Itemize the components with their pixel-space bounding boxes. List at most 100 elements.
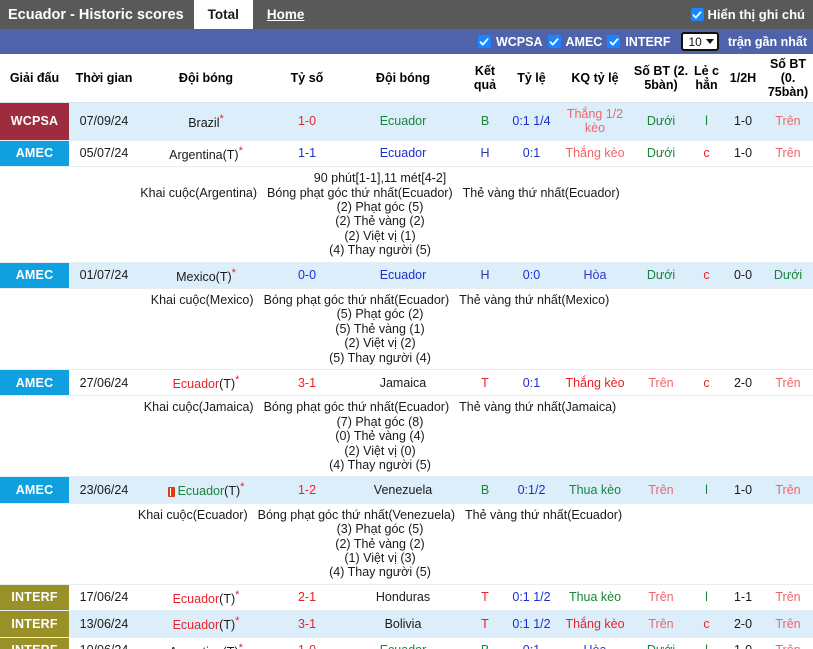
home-team-suffix: (T) (215, 269, 232, 284)
column-header-8[interactable]: Số BT (2. 5bàn) (632, 54, 690, 103)
over-under-25: Dưới (632, 102, 690, 141)
league-badge[interactable]: AMEC (0, 369, 69, 397)
over-under-25: Trên (632, 369, 690, 397)
checkbox-checked-icon[interactable] (690, 8, 704, 21)
handicap-odds: 0:1 (505, 369, 558, 397)
table-row[interactable]: AMEC 27/06/24 Ecuador(T)* 3-1 Jamaica T 0:1 Thắ… (0, 369, 813, 397)
home-team-name: Argentina (169, 645, 223, 649)
show-notes-toggle[interactable]: Hiển thị ghi chú (690, 0, 813, 29)
handicap-odds: 0:1 1/2 (505, 610, 558, 638)
filter-label-interf[interactable]: INTERF (625, 35, 670, 49)
tab-home[interactable]: Home (253, 0, 319, 29)
half-time-score: 1-0 (723, 102, 763, 141)
table-body: WCPSA 07/09/24 Brazil* 1-0 Ecuador B 0:1 1/4 Th… (0, 102, 813, 649)
table-row[interactable]: INTERF 17/06/24 Ecuador(T)* 2-1 Honduras T 0:1… (0, 584, 813, 612)
table-row[interactable]: AMEC 05/07/24 Argentina(T)* 1-1 Ecuador H 0:1 T… (0, 140, 813, 168)
filter-label-wcpsa[interactable]: WCPSA (496, 35, 543, 49)
page-title: Ecuador - Historic scores (8, 6, 184, 23)
home-team[interactable]: Argentina(T)* (139, 637, 273, 649)
tab-total[interactable]: Total (193, 0, 253, 29)
home-team[interactable]: Ecuador(T)* (139, 610, 273, 638)
column-header-6[interactable]: Tỷ lệ (505, 54, 558, 103)
historic-scores-page: Ecuador - Historic scores Total Home Hiể… (0, 0, 813, 649)
match-score: 0-0 (273, 262, 341, 290)
notes-stat-line: (2) Thẻ vàng (2) (335, 536, 425, 551)
league-badge[interactable]: INTERF (0, 610, 69, 638)
checkbox-wcpsa[interactable] (477, 35, 491, 48)
match-score: 2-1 (273, 584, 341, 612)
column-header-7[interactable]: KQ tỷ lệ (558, 54, 632, 103)
over-under-075: Trên (763, 140, 813, 168)
notes-content: Khai cuộc(Jamaica) Bóng phạt góc thứ nhất… (70, 400, 690, 472)
home-team[interactable]: Argentina(T)* (139, 140, 273, 168)
odd-even: l (690, 102, 723, 141)
star-icon: * (238, 144, 243, 157)
red-card-icon (167, 486, 175, 497)
match-date: 10/06/24 (69, 637, 139, 649)
column-header-4[interactable]: Đội bóng (341, 54, 465, 103)
result-code: H (465, 262, 505, 290)
league-badge[interactable]: AMEC (0, 140, 69, 168)
checkbox-interf[interactable] (607, 35, 621, 48)
notes-stat-line: (2) Thẻ vàng (2) (335, 214, 425, 229)
home-team-suffix: (T) (219, 591, 236, 606)
home-team[interactable]: Ecuador(T)* (139, 476, 273, 504)
league-badge[interactable]: AMEC (0, 262, 69, 290)
handicap-result: Thắng kèo (558, 369, 632, 397)
notes-stat-line: (5) Thẻ vàng (1) (335, 321, 425, 336)
column-header-0[interactable]: Giải đấu (0, 54, 69, 103)
match-date: 17/06/24 (69, 584, 139, 612)
column-header-11[interactable]: Số BT (0. 75bàn) (763, 54, 813, 103)
column-header-3[interactable]: Tỷ số (273, 54, 341, 103)
home-team[interactable]: Mexico(T)* (139, 262, 273, 290)
tab-total-label: Total (207, 7, 239, 22)
home-team-name: Ecuador (172, 591, 220, 606)
home-team-name: Mexico (176, 269, 216, 284)
column-header-10[interactable]: 1/2H (723, 54, 763, 103)
notes-spacer (0, 395, 69, 478)
column-header-2[interactable]: Đội bóng (139, 54, 273, 103)
match-count-select[interactable]: 10 (681, 32, 719, 51)
handicap-result: Thắng kèo (558, 610, 632, 638)
match-score: 3-1 (273, 369, 341, 397)
notes-first-item: Khai cuộc(Mexico) (150, 293, 254, 308)
match-date: 01/07/24 (69, 262, 139, 290)
filter-label-amec[interactable]: AMEC (566, 35, 603, 49)
result-code: T (465, 610, 505, 638)
match-count-value: 10 (688, 34, 702, 49)
table-row[interactable]: WCPSA 07/09/24 Brazil* 1-0 Ecuador B 0:1 1/4 Th… (0, 102, 813, 141)
matches-table: Giải đấu Thời gian Đội bóng Tỷ số Đội bóng Kế… (0, 54, 813, 649)
half-time-score: 0-0 (723, 262, 763, 290)
away-team: Ecuador (341, 262, 465, 290)
column-header-1[interactable]: Thời gian (69, 54, 139, 103)
away-team: Bolivia (341, 610, 465, 638)
half-time-score: 1-1 (723, 584, 763, 612)
league-badge[interactable]: INTERF (0, 637, 69, 649)
home-team[interactable]: Ecuador(T)* (139, 584, 273, 612)
column-header-5[interactable]: Kết quả (465, 54, 505, 103)
star-icon: * (235, 373, 240, 386)
home-team-suffix: (T) (223, 645, 239, 649)
league-badge[interactable]: AMEC (0, 476, 69, 504)
table-row[interactable]: INTERF 13/06/24 Ecuador(T)* 3-1 Bolivia T 0:1 … (0, 610, 813, 638)
home-team-name: Ecuador (172, 377, 220, 392)
over-under-075: Trên (763, 476, 813, 504)
table-row[interactable]: AMEC 23/06/24 Ecuador(T)* 1-2 Venezuela B 0:1/… (0, 476, 813, 504)
notes-firsts: Khai cuộc(Ecuador) Bóng phạt góc thứ nhất… (70, 508, 690, 522)
home-team[interactable]: Brazil* (139, 102, 273, 141)
match-date: 23/06/24 (69, 476, 139, 504)
match-notes-row: 90 phút[1-1],11 mét[4-2] Khai cuộc(Argent… (0, 166, 813, 263)
match-date: 07/09/24 (69, 102, 139, 141)
table-row[interactable]: AMEC 01/07/24 Mexico(T)* 0-0 Ecuador H 0:0 Hòa D… (0, 262, 813, 290)
table-row[interactable]: INTERF10/06/24Argentina(T)*1-0EcuadorB0:… (0, 637, 813, 649)
match-count-suffix: trận gần nhất (727, 34, 807, 49)
odd-even: c (690, 262, 723, 290)
over-under-25: Dưới (632, 262, 690, 290)
home-team[interactable]: Ecuador(T)* (139, 369, 273, 397)
league-badge[interactable]: WCPSA (0, 102, 69, 141)
column-header-9[interactable]: Lẻ c hẳn (690, 54, 723, 103)
league-badge[interactable]: INTERF (0, 584, 69, 612)
match-score: 3-1 (273, 610, 341, 638)
checkbox-amec[interactable] (547, 35, 561, 48)
filter-bar: WCPSA AMEC INTERF 10 trận gần nhất (0, 29, 813, 54)
